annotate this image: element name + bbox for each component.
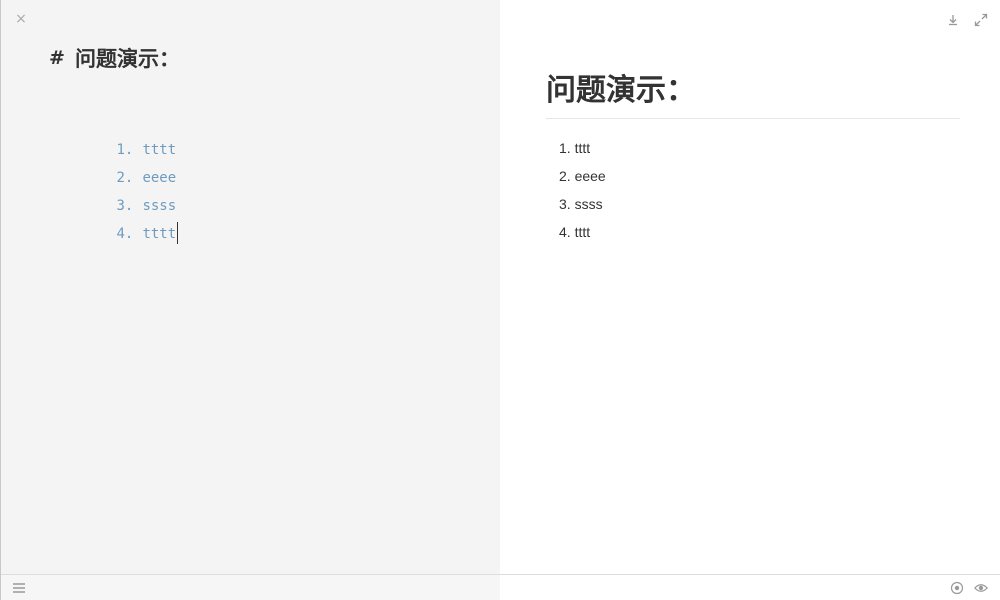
item-number: 3.	[559, 196, 575, 212]
editor-list-line: 1. tttt	[49, 108, 178, 158]
list-number: 4.	[116, 226, 134, 242]
download-icon[interactable]	[945, 12, 961, 28]
bottom-bar	[1, 574, 1000, 600]
item-number: 4.	[559, 224, 575, 240]
preview-list-item: 3. ssss	[559, 190, 606, 218]
bottom-bar-preview-section	[500, 575, 1000, 600]
item-text: eeee	[574, 168, 606, 184]
item-text: tttt	[574, 224, 591, 240]
editor-pane[interactable]: × # 问题演示： 1. tttt 2. eeee 3. ssss 4. tttt	[1, 0, 500, 574]
editor-list-line: 4. tttt	[49, 192, 179, 244]
preview-eye-icon[interactable]	[973, 580, 989, 594]
item-number: 1.	[559, 140, 575, 156]
heading-marker: #	[49, 47, 65, 69]
editor-list: 1. tttt 2. eeee 3. ssss 4. tttt	[49, 108, 179, 244]
preview-list-item: 1. tttt	[559, 134, 606, 162]
editor-list-line: 2. eeee	[49, 136, 178, 186]
preview-pane: 问题演示： 1. tttt 2. eeee 3. ssss 4. tttt	[500, 0, 1000, 574]
editor-heading-line: # 问题演示：	[49, 44, 180, 72]
item-text: tttt	[574, 140, 591, 156]
fullscreen-icon[interactable]	[973, 12, 989, 28]
close-icon[interactable]: ×	[14, 11, 28, 27]
preview-list-item: 4. tttt	[559, 218, 606, 246]
item-text: ssss	[574, 196, 603, 212]
sync-scroll-icon[interactable]	[950, 580, 964, 595]
preview-heading: 问题演示：	[546, 70, 960, 119]
text-cursor	[177, 222, 179, 244]
item-number: 2.	[559, 168, 575, 184]
menu-icon[interactable]	[12, 580, 26, 594]
editor-heading-text: 问题演示：	[75, 47, 180, 71]
list-text: tttt	[142, 226, 177, 242]
preview-list-item: 2. eeee	[559, 162, 606, 190]
editor-list-line: 3. ssss	[49, 164, 178, 214]
preview-list: 1. tttt 2. eeee 3. ssss 4. tttt	[559, 134, 606, 246]
markdown-editor-app: × # 问题演示： 1. tttt 2. eeee 3. ssss 4. tttt	[0, 0, 1000, 600]
